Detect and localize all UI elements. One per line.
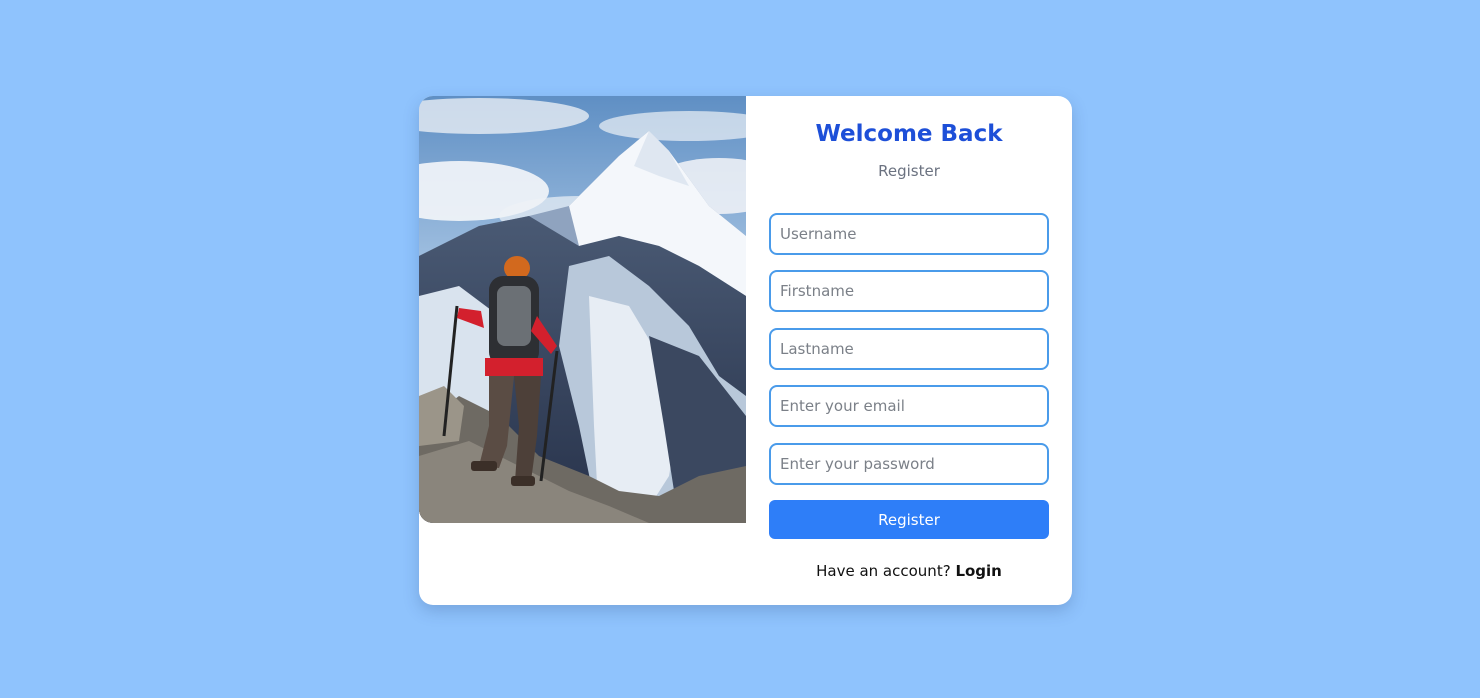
password-input[interactable]: [769, 443, 1049, 485]
form-subtitle: Register: [878, 162, 940, 180]
hero-image: [419, 96, 746, 523]
register-card: Welcome Back Register Register Have an a…: [419, 96, 1072, 605]
form-title: Welcome Back: [815, 121, 1003, 147]
lastname-input[interactable]: [769, 328, 1049, 370]
login-prompt: Have an account? Login: [746, 562, 1072, 580]
register-button[interactable]: Register: [769, 500, 1049, 539]
firstname-input[interactable]: [769, 270, 1049, 312]
login-link[interactable]: Login: [955, 562, 1001, 580]
email-input[interactable]: [769, 385, 1049, 427]
login-prompt-text: Have an account?: [816, 562, 951, 580]
register-form: Welcome Back Register Register Have an a…: [746, 96, 1072, 605]
username-input[interactable]: [769, 213, 1049, 255]
